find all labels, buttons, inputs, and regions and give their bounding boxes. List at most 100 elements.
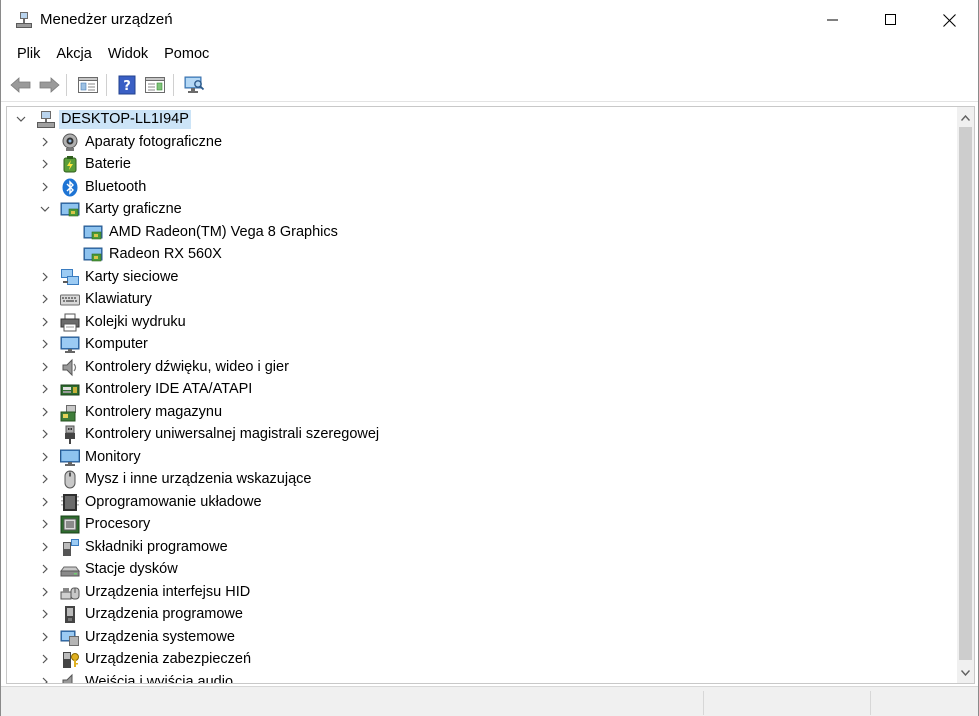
bluetooth-icon	[62, 178, 78, 196]
back-button[interactable]	[8, 72, 34, 98]
tree-device-node[interactable]: AMD Radeon(TM) Vega 8 Graphics	[7, 221, 947, 244]
vertical-scrollbar[interactable]	[957, 107, 974, 683]
minimize-button[interactable]	[804, 0, 862, 40]
scrollbar-thumb[interactable]	[959, 127, 972, 660]
menu-view[interactable]: Widok	[100, 40, 156, 68]
scroll-down-button[interactable]	[957, 664, 974, 681]
close-button[interactable]	[920, 0, 978, 40]
chevron-right-icon[interactable]	[40, 564, 50, 574]
tree-category-node[interactable]: Urządzenia zabezpieczeń	[7, 648, 947, 671]
tree-node-label: Kontrolery magazynu	[85, 403, 223, 420]
tree-category-node[interactable]: Karty sieciowe	[7, 266, 947, 289]
camera-icon	[62, 133, 78, 151]
tree-device-node[interactable]: Radeon RX 560X	[7, 243, 947, 266]
toolbar-separator	[106, 74, 107, 96]
chevron-right-icon[interactable]	[40, 384, 50, 394]
chevron-right-icon[interactable]	[40, 429, 50, 439]
tree-root-node[interactable]: DESKTOP-LL1I94P	[7, 108, 947, 131]
scroll-up-button[interactable]	[957, 109, 974, 126]
tree-category-node[interactable]: Urządzenia programowe	[7, 603, 947, 626]
toolbar: ?	[1, 68, 978, 102]
chevron-right-icon[interactable]	[40, 317, 50, 327]
tree-category-node[interactable]: Kolejki wydruku	[7, 311, 947, 334]
menu-help[interactable]: Pomoc	[156, 40, 217, 68]
tree-category-node[interactable]: Urządzenia interfejsu HID	[7, 581, 947, 604]
chevron-right-icon[interactable]	[40, 339, 50, 349]
chevron-right-icon[interactable]	[40, 677, 50, 684]
tree-category-node[interactable]: Kontrolery IDE ATA/ATAPI	[7, 378, 947, 401]
tree-category-node[interactable]: Mysz i inne urządzenia wskazujące	[7, 468, 947, 491]
keyboard-icon	[60, 294, 80, 306]
chevron-right-icon[interactable]	[40, 362, 50, 372]
tree-category-node[interactable]: Stacje dysków	[7, 558, 947, 581]
tree-category-node[interactable]: Monitory	[7, 446, 947, 469]
tree-node-label: Urządzenia programowe	[85, 606, 243, 622]
chevron-right-icon[interactable]	[40, 474, 50, 484]
tree-category-node[interactable]: Oprogramowanie układowe	[7, 491, 947, 514]
chevron-right-icon[interactable]	[40, 542, 50, 552]
help-button[interactable]: ?	[114, 72, 140, 98]
tree-category-node[interactable]: Aparaty fotograficzne	[7, 131, 947, 154]
device-tree[interactable]: DESKTOP-LL1I94P Aparaty fotograficzne Bate…	[7, 107, 957, 683]
chevron-down-icon[interactable]	[40, 204, 50, 214]
properties-button[interactable]	[75, 72, 101, 98]
device-manager-window: Menedżer urządzeń Plik Akcja Widok Pomoc	[0, 0, 979, 716]
tree-node-label: Kontrolery dźwięku, wideo i gier	[85, 358, 289, 375]
tree-category-node[interactable]: Urządzenia systemowe	[7, 626, 947, 649]
chevron-right-icon[interactable]	[40, 632, 50, 642]
chevron-down-icon	[961, 669, 970, 676]
title-bar[interactable]: Menedżer urządzeń	[1, 0, 978, 40]
tree-node-label: Procesory	[85, 516, 151, 532]
chevron-right-icon[interactable]	[40, 159, 50, 169]
chevron-right-icon[interactable]	[40, 294, 50, 304]
tree-node-label: Urządzenia systemowe	[85, 628, 235, 645]
properties-icon	[78, 77, 98, 93]
menu-action[interactable]: Akcja	[48, 40, 99, 68]
security-device-icon	[63, 652, 79, 668]
tree-node-label: Monitory	[85, 448, 141, 465]
device-tree-panel: DESKTOP-LL1I94P Aparaty fotograficzne Bate…	[6, 106, 975, 684]
tree-category-node[interactable]: Kontrolery magazynu	[7, 401, 947, 424]
window-title: Menedżer urządzeń	[40, 11, 173, 28]
printer-icon	[60, 313, 80, 331]
chevron-right-icon[interactable]	[40, 609, 50, 619]
monitor-icon	[60, 449, 80, 466]
tree-node-label: Klawiatury	[85, 291, 152, 307]
chevron-right-icon[interactable]	[40, 182, 50, 192]
mouse-icon	[64, 470, 76, 489]
tree-node-label: Kolejki wydruku	[85, 313, 186, 330]
forward-button[interactable]	[36, 72, 62, 98]
scan-hardware-button[interactable]	[181, 72, 207, 98]
chevron-right-icon[interactable]	[40, 654, 50, 664]
tree-category-node[interactable]: Klawiatury	[7, 288, 947, 311]
chevron-right-icon[interactable]	[40, 272, 50, 282]
chevron-right-icon[interactable]	[40, 407, 50, 417]
usb-icon	[65, 425, 75, 444]
maximize-button[interactable]	[862, 0, 920, 40]
chevron-right-icon[interactable]	[40, 519, 50, 529]
svg-text:?: ?	[123, 79, 131, 94]
tree-category-node[interactable]: Wejścia i wyjścia audio	[7, 671, 947, 684]
tree-category-node[interactable]: Składniki programowe	[7, 536, 947, 559]
menu-file[interactable]: Plik	[9, 40, 48, 68]
chevron-right-icon[interactable]	[40, 587, 50, 597]
tree-category-node[interactable]: Komputer	[7, 333, 947, 356]
tree-category-node[interactable]: Kontrolery dźwięku, wideo i gier	[7, 356, 947, 379]
chevron-down-icon[interactable]	[16, 114, 26, 124]
view-toggle-button[interactable]	[142, 72, 168, 98]
tree-category-node[interactable]: Karty graficzne	[7, 198, 947, 221]
tree-node-label: Kontrolery IDE ATA/ATAPI	[85, 381, 253, 397]
chevron-right-icon[interactable]	[40, 452, 50, 462]
tree-category-node[interactable]: Bluetooth	[7, 176, 947, 199]
tree-category-node[interactable]: Kontrolery uniwersalnej magistrali szere…	[7, 423, 947, 446]
network-adapter-icon	[61, 268, 79, 285]
tree-category-node[interactable]: Baterie	[7, 153, 947, 176]
tree-node-label: Baterie	[85, 156, 131, 172]
status-divider	[870, 691, 871, 715]
system-device-icon	[60, 630, 79, 646]
tree-node-label: Składniki programowe	[85, 538, 228, 555]
battery-icon	[63, 156, 77, 173]
chevron-right-icon[interactable]	[40, 137, 50, 147]
chevron-right-icon[interactable]	[40, 497, 50, 507]
tree-category-node[interactable]: Procesory	[7, 513, 947, 536]
